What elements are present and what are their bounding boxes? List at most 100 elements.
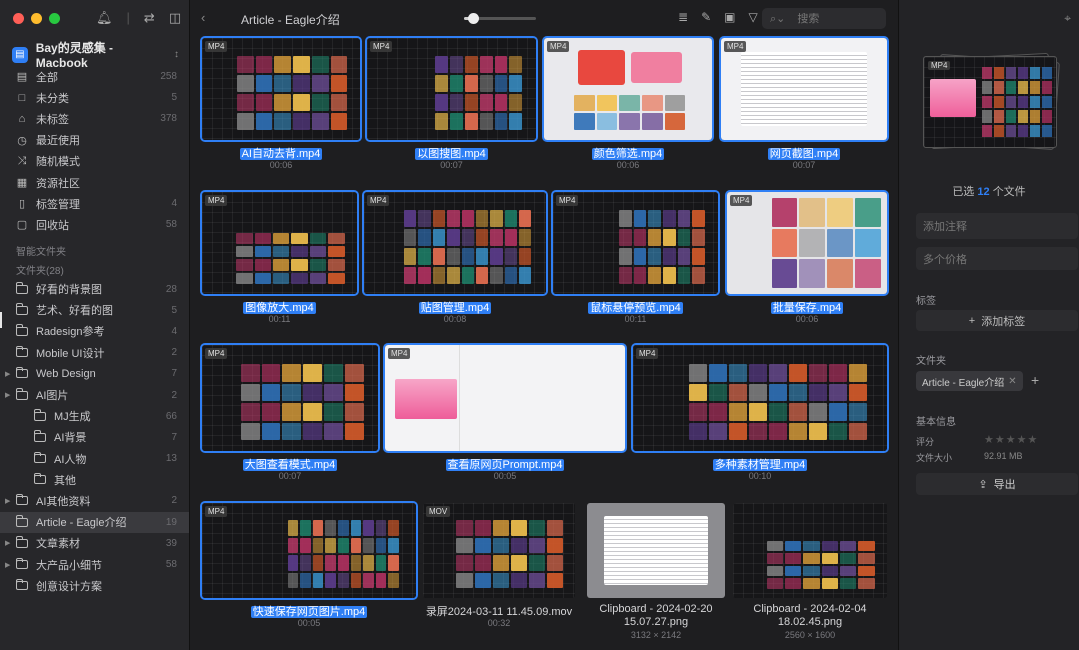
item-title[interactable]: 多种素材管理.mp4 [633, 456, 887, 472]
remove-icon[interactable]: ✕ [1008, 376, 1016, 387]
filter-icon[interactable]: ▽ [748, 10, 757, 24]
sidebar-item-label: 资源社区 [36, 177, 80, 190]
item-thumbnail[interactable]: MP4 [383, 343, 627, 453]
smart-folders-header[interactable]: 智能文件夹 [0, 240, 189, 261]
preview-card-front: MP4 [923, 56, 1057, 148]
item-thumbnail[interactable]: MP4 [365, 36, 538, 142]
library-icon: ▤ [12, 46, 28, 63]
sidebar-item-random[interactable]: ⤨ 随机模式 [0, 151, 189, 172]
item-thumbnail[interactable]: MP4 [200, 190, 359, 296]
item-thumbnail[interactable]: MOV [423, 503, 575, 598]
layout-icon[interactable]: ▣ [724, 10, 735, 24]
item-thumbnail[interactable] [587, 503, 725, 598]
sidebar-toggle-icon[interactable]: ◫ [169, 10, 181, 26]
url-field[interactable]: 多个价格 [916, 247, 1078, 270]
item-title[interactable]: 批量保存.mp4 [727, 299, 887, 315]
item-thumbnail[interactable] [733, 503, 887, 598]
sync-icon[interactable]: ⇄ [144, 10, 155, 26]
item-thumbnail[interactable]: MP4 [725, 190, 889, 296]
folder-item[interactable]: AI背景 7 [0, 427, 189, 448]
item-title[interactable]: 贴图管理.mp4 [364, 299, 546, 315]
rating-stars[interactable]: ★★★★★ [984, 433, 1038, 446]
file-type-badge: MP4 [205, 195, 228, 206]
star-icon[interactable]: ★ [995, 434, 1006, 446]
sidebar-item-uncategorized[interactable]: □ 未分类 5 [0, 87, 189, 108]
search-input[interactable] [797, 12, 862, 25]
item-thumbnail[interactable]: MP4 [631, 343, 889, 453]
disclosure-triangle-icon[interactable]: ▶ [5, 370, 10, 378]
star-icon[interactable]: ★ [1017, 434, 1028, 446]
item-title[interactable]: Clipboard - 2024-02-04 [733, 603, 887, 615]
folder-item[interactable]: Article - Eagle介绍 19 [0, 511, 189, 533]
minimize-window-button[interactable] [31, 13, 42, 24]
item-title[interactable]: 图像放大.mp4 [202, 299, 357, 315]
folders-header[interactable]: 文件夹(28) [0, 261, 189, 279]
size-row: 文件大小 92.91 MB [916, 451, 1068, 464]
add-tag-button[interactable]: + 添加标签 [916, 310, 1078, 331]
zoom-window-button[interactable] [49, 13, 60, 24]
item-title[interactable]: 网页截图.mp4 [721, 145, 887, 161]
bell-icon[interactable]: 🔔︎ [96, 10, 113, 26]
disclosure-triangle-icon[interactable]: ▶ [5, 497, 10, 505]
folder-item[interactable]: 其他 [0, 469, 189, 490]
star-icon[interactable]: ★ [1028, 434, 1039, 446]
disclosure-triangle-icon[interactable]: ▶ [5, 561, 10, 569]
item-thumbnail[interactable]: MP4 [200, 36, 362, 142]
note-field[interactable]: 添加注释 [916, 213, 1078, 239]
disclosure-triangle-icon[interactable]: ▶ [5, 539, 10, 547]
item-title[interactable]: AI自动去背.mp4 [202, 145, 360, 161]
item-meta: 00:10 [748, 471, 772, 481]
item-thumbnail[interactable]: MP4 [542, 36, 714, 142]
folder-item[interactable]: MJ生成 66 [0, 406, 189, 427]
item-thumbnail[interactable]: MP4 [551, 190, 720, 296]
folder-label: 文章素材 [36, 538, 80, 551]
folder-item[interactable]: ▶ AI图片 2 [0, 384, 189, 405]
star-icon[interactable]: ★ [984, 434, 995, 446]
folder-item[interactable]: Radesign参考 4 [0, 321, 189, 342]
folder-item[interactable]: 艺术、好看的图 5 [0, 300, 189, 321]
sidebar-item-count: 378 [160, 113, 177, 125]
add-folder-icon[interactable]: + [1031, 372, 1039, 388]
pin-icon[interactable]: ⌖ [1064, 11, 1071, 26]
folder-item[interactable]: ▶ Web Design 7 [0, 363, 189, 384]
folder-item[interactable]: 创意设计方案 [0, 575, 189, 596]
item-title[interactable]: 以图搜图.mp4 [367, 145, 536, 161]
folder-item[interactable]: 好看的背景图 28 [0, 279, 189, 300]
folder-item[interactable]: AI人物 13 [0, 448, 189, 469]
sort-icon[interactable]: ≣ [678, 10, 688, 24]
item-title[interactable]: 大图查看模式.mp4 [202, 456, 378, 472]
folder-chip[interactable]: Article - Eagle介绍 ✕ [916, 371, 1023, 391]
folder-item[interactable]: ▶ AI其他资料 2 [0, 490, 189, 511]
sidebar-item-trash[interactable]: ▢ 回收站 58 [0, 214, 189, 235]
close-window-button[interactable] [13, 13, 24, 24]
item-title[interactable]: Clipboard - 2024-02-20 [587, 603, 725, 615]
disclosure-triangle-icon[interactable]: ▶ [5, 391, 10, 399]
item-thumbnail[interactable]: MP4 [200, 343, 380, 453]
sidebar-item-all[interactable]: ▤ 全部 258 [0, 66, 189, 87]
folder-item[interactable]: ▶ 大产品小细节 58 [0, 554, 189, 575]
pin-icon[interactable]: ✎ [701, 10, 711, 24]
zoom-slider[interactable] [464, 13, 536, 24]
folder-item[interactable]: Mobile UI设计 2 [0, 342, 189, 363]
item-title[interactable]: 鼠标悬停预览.mp4 [553, 299, 718, 315]
folder-item[interactable]: ▶ 文章素材 39 [0, 533, 189, 554]
item-thumbnail[interactable]: MP4 [362, 190, 548, 296]
item-title[interactable]: 快速保存网页图片.mp4 [202, 603, 416, 619]
sidebar-item-community[interactable]: ▦ 资源社区 [0, 172, 189, 193]
back-arrow-icon[interactable]: ‹ [201, 10, 205, 25]
add-tag-label: 添加标签 [981, 315, 1026, 328]
export-button[interactable]: ⇪ 导出 [916, 473, 1078, 495]
item-thumbnail[interactable]: MP4 [719, 36, 889, 142]
item-title[interactable]: 颜色筛选.mp4 [544, 145, 712, 161]
zoom-slider-knob[interactable] [468, 13, 480, 24]
star-icon[interactable]: ★ [1006, 434, 1017, 446]
url-placeholder: 多个价格 [923, 253, 967, 266]
sidebar-item-untagged[interactable]: ⌂ 未标签 378 [0, 108, 189, 129]
item-title-text: 多种素材管理.mp4 [712, 459, 808, 471]
search-box[interactable]: ⌕⌄ [762, 8, 886, 29]
item-title[interactable]: 查看原网页Prompt.mp4 [385, 456, 625, 472]
item-thumbnail[interactable]: MP4 [200, 501, 418, 600]
sidebar-item-recent[interactable]: ◷ 最近使用 [0, 130, 189, 151]
sidebar-item-tag-manage[interactable]: ▯ 标签管理 4 [0, 193, 189, 214]
item-title[interactable]: 录屏2024-03-11 11.45.09.mov [423, 603, 575, 619]
